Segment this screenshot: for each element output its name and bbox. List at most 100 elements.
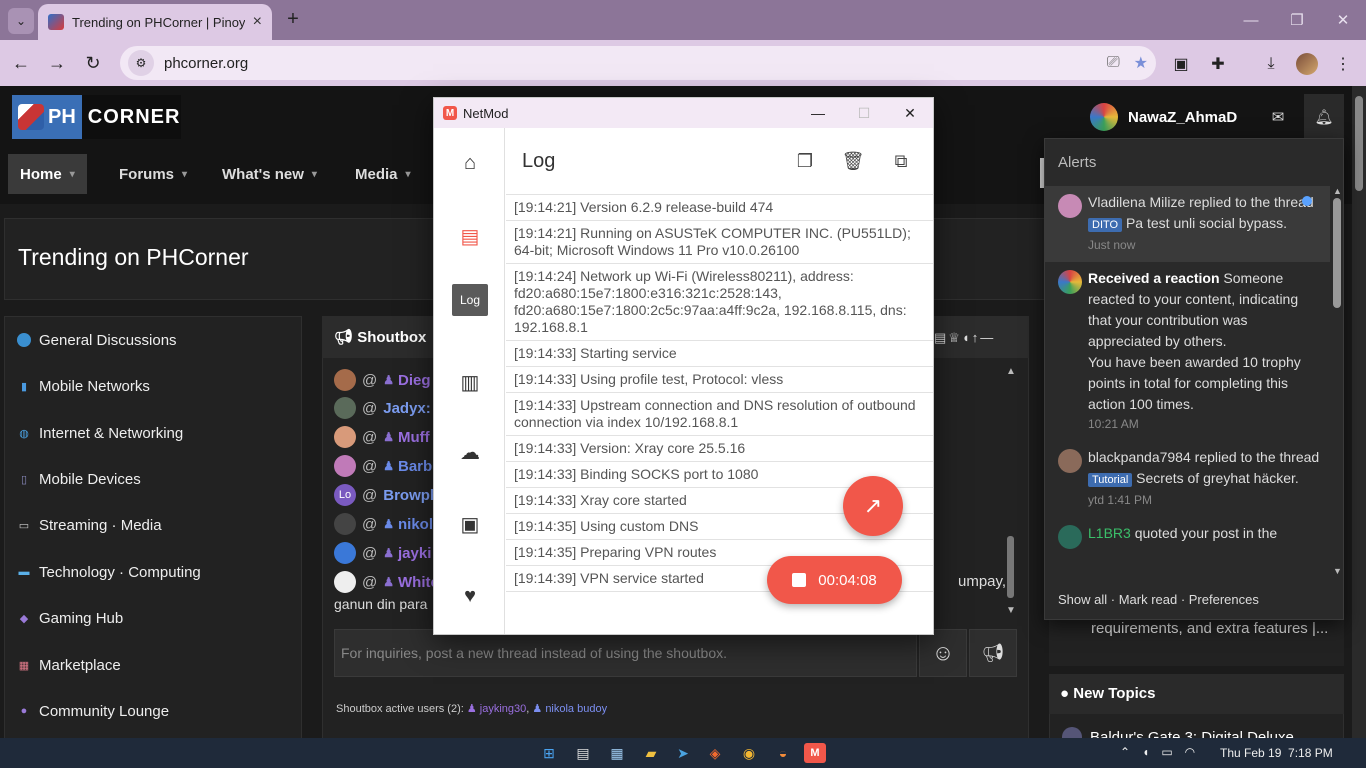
terminal-icon[interactable]: ▣	[452, 506, 488, 542]
sidebar-item-marketplace[interactable]: ▦ Marketplace	[17, 653, 121, 677]
alerts-scrollbar[interactable]: ▲ ▼	[1330, 186, 1344, 576]
ip-profile-icon[interactable]: ▥	[452, 364, 488, 400]
new-topic-item[interactable]: Baldur's Gate 3: Digital Deluxe	[1062, 727, 1294, 738]
scroll-down-icon[interactable]: ▼	[1333, 566, 1342, 576]
tab-search-button[interactable]: ⌄	[8, 8, 34, 34]
shout-username[interactable]: Barb	[398, 458, 432, 475]
alert-thread-title[interactable]: Pa test unli social bypass.	[1126, 215, 1287, 231]
brave-icon[interactable]: ◈	[704, 743, 726, 763]
system-tray[interactable]: ⌃ ◖ ▭ ◠	[1120, 745, 1195, 759]
download-icon[interactable]: ⤓	[1260, 53, 1282, 75]
wifi-icon[interactable]: ◠	[1185, 745, 1195, 759]
open-window-icon[interactable]: ⧉	[888, 148, 914, 174]
unread-dot-icon[interactable]	[1302, 196, 1312, 206]
app-icon[interactable]: ▦	[606, 743, 628, 763]
firefox-icon[interactable]: ◒	[772, 743, 794, 763]
alert-thread-title[interactable]: Secrets of greyhat häcker.	[1136, 470, 1299, 486]
extension-icon[interactable]: ▣	[1170, 53, 1192, 75]
user-menu[interactable]: NawaZ_AhmaD	[1090, 96, 1260, 138]
alert-user[interactable]: blackpanda7984	[1088, 449, 1191, 465]
scroll-thumb[interactable]	[1333, 198, 1341, 308]
shout-username[interactable]: jayki	[398, 545, 431, 562]
shout-username[interactable]: Jadyx:	[383, 400, 431, 417]
sidebar-item-gaming[interactable]: ◆ Gaming Hub	[17, 606, 123, 630]
shout-username[interactable]: nikol	[398, 516, 433, 533]
nav-forums[interactable]: Forums ▾	[107, 154, 199, 194]
notepad-icon[interactable]: ▤	[572, 743, 594, 763]
netmod-taskbar-icon[interactable]: M	[804, 743, 826, 763]
active-user[interactable]: ♟ jayking30	[467, 703, 526, 715]
file-explorer-icon[interactable]: ▰	[640, 743, 662, 763]
telegram-icon[interactable]: ➤	[672, 743, 694, 763]
close-window-button[interactable]: ✕	[1320, 0, 1366, 40]
alert-item[interactable]: Vladilena Milize replied to the thread D…	[1044, 186, 1330, 262]
puzzle-icon[interactable]: ✚	[1207, 53, 1229, 75]
close-tab-icon[interactable]: ×	[253, 13, 262, 31]
volume-icon[interactable]: ◖	[1142, 745, 1149, 759]
scroll-up-icon[interactable]: ▲	[1006, 366, 1016, 377]
home-icon[interactable]: ⌂	[452, 145, 488, 181]
shoutbox-scrollbar[interactable]: ▲ ▼	[1004, 366, 1018, 616]
shout-username[interactable]: Muff	[398, 429, 430, 446]
alerts-bell-icon[interactable]: 🔔︎	[1304, 94, 1344, 140]
sidebar-item-mobile-devices[interactable]: ▯ Mobile Devices	[17, 467, 141, 491]
scroll-down-icon[interactable]: ▼	[1006, 605, 1016, 616]
new-topics-title[interactable]: ● New Topics	[1060, 685, 1155, 702]
shoutbox-tools[interactable]: ▤♕◖↑—	[934, 330, 995, 346]
minimize-button[interactable]: —	[1228, 0, 1274, 40]
chevron-up-icon[interactable]: ⌃	[1120, 745, 1130, 759]
clear-log-icon[interactable]: 🗑︎	[840, 148, 866, 174]
alert-item[interactable]: L1BR3 quoted your post in the	[1044, 517, 1330, 552]
stop-connection-button[interactable]: 00:04:08	[767, 556, 902, 604]
address-bar[interactable]: ⚙ phcorner.org ⎚ ★	[120, 46, 1156, 80]
sidebar-item-technology[interactable]: ▬ Technology · Computing	[17, 560, 201, 584]
nav-home[interactable]: Home ▾	[8, 154, 87, 194]
sidebar-item-mobile-networks[interactable]: ▮ Mobile Networks	[17, 374, 150, 398]
chrome-icon[interactable]: ◉	[738, 743, 760, 763]
battery-icon[interactable]: ▭	[1161, 745, 1172, 759]
scroll-up-icon[interactable]: ▲	[1333, 186, 1342, 196]
donate-heart-icon[interactable]: ♥	[452, 578, 488, 614]
site-info-icon[interactable]: ⚙	[128, 50, 154, 76]
shoutbox-input[interactable]: For inquiries, post a new thread instead…	[334, 629, 917, 677]
restore-button[interactable]: ❐	[1274, 0, 1320, 40]
shout-username[interactable]: Dieg	[398, 372, 431, 389]
site-logo[interactable]: PH CORNER	[12, 95, 181, 139]
bookmark-star-icon[interactable]: ★	[1134, 53, 1148, 73]
cloud-upload-icon[interactable]: ☁	[452, 434, 488, 470]
alert-user[interactable]: L1BR3	[1088, 525, 1131, 541]
shout-send-button[interactable]: 📢︎	[969, 629, 1017, 677]
forward-icon[interactable]: →	[44, 50, 70, 76]
netmod-close-button[interactable]: ✕	[887, 98, 933, 128]
nav-log[interactable]: Log	[452, 284, 488, 316]
reload-icon[interactable]: ↻	[80, 50, 106, 76]
right-panel-text[interactable]: requirements, and extra features |...	[1091, 620, 1328, 637]
config-document-icon[interactable]: ▤	[452, 218, 488, 254]
alerts-footer-links[interactable]: Show all · Mark read · Preferences	[1058, 592, 1259, 607]
netmod-minimize-button[interactable]: —	[795, 98, 841, 128]
emoji-button[interactable]: ☺	[919, 629, 967, 677]
copy-icon[interactable]: ❐	[792, 148, 818, 174]
netmod-maximize-button[interactable]: ☐	[841, 98, 887, 128]
back-icon[interactable]: ←	[8, 50, 34, 76]
install-app-icon[interactable]: ⎚	[1107, 54, 1120, 72]
alert-item[interactable]: Received a reaction Someone reacted to y…	[1044, 262, 1330, 441]
browser-tab[interactable]: Trending on PHCorner | Pinoy I ×	[38, 4, 272, 40]
new-tab-button[interactable]: +	[282, 8, 304, 30]
sidebar-item-streaming[interactable]: ▭ Streaming · Media	[17, 513, 162, 537]
taskbar-clock[interactable]: Thu Feb 19 7:18 PM	[1220, 746, 1333, 760]
alert-user[interactable]: Vladilena Milize	[1088, 194, 1185, 210]
scroll-thumb[interactable]	[1007, 536, 1014, 598]
inbox-icon[interactable]: ✉	[1262, 98, 1294, 136]
start-windows-icon[interactable]: ⊞	[538, 743, 560, 763]
nav-whats-new[interactable]: What's new ▾	[210, 154, 329, 194]
scroll-thumb[interactable]	[1355, 96, 1363, 191]
stats-fab-button[interactable]: ↗	[843, 476, 903, 536]
sidebar-item-lounge[interactable]: ● Community Lounge	[17, 699, 169, 723]
profile-avatar[interactable]	[1296, 53, 1318, 75]
page-scrollbar[interactable]	[1352, 86, 1366, 738]
menu-icon[interactable]: ⋮	[1332, 53, 1354, 75]
active-user[interactable]: ♟ nikola budoy	[532, 703, 607, 715]
sidebar-item-internet[interactable]: ◍ Internet & Networking	[17, 421, 183, 445]
nav-media[interactable]: Media ▾	[343, 154, 423, 194]
